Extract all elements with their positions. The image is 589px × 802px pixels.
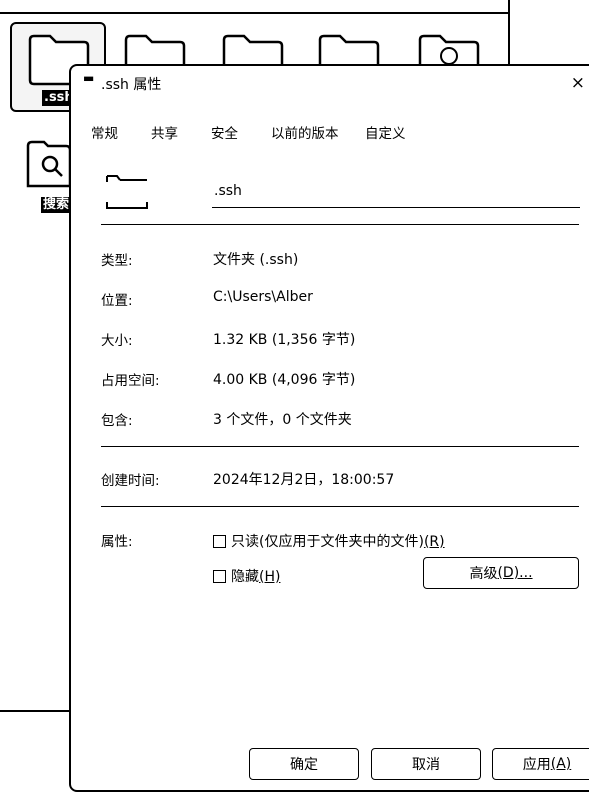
readonly-checkbox-row[interactable]: 只读(仅应用于文件夹中的文件)(R)	[213, 532, 445, 550]
cancel-button[interactable]: 取消	[371, 748, 481, 780]
readonly-checkbox[interactable]	[213, 534, 226, 548]
close-button[interactable]: ×	[571, 74, 585, 92]
size-on-disk-value: 4.00 KB (4,096 字节)	[213, 372, 356, 388]
ok-button[interactable]: 确定	[249, 748, 359, 780]
created-value: 2024年12月2日，18:00:57	[213, 472, 395, 488]
size-label: 大小:	[101, 333, 133, 349]
explorer-item-label-search: 搜索	[41, 197, 72, 213]
divider	[101, 506, 579, 507]
divider	[101, 446, 579, 447]
hidden-label: 隐藏(H)	[231, 569, 281, 585]
folder-small-icon: ▬	[83, 71, 95, 85]
tab-customize[interactable]: 自定义	[365, 122, 406, 142]
contains-label: 包含:	[101, 413, 133, 429]
search-folder-icon[interactable]	[26, 138, 72, 190]
contains-value: 3 个文件，0 个文件夹	[213, 412, 352, 428]
folder-icon	[106, 175, 148, 209]
type-value: 文件夹 (.ssh)	[213, 252, 299, 268]
attributes-label: 属性:	[101, 534, 133, 550]
dialog-titlebar[interactable]: ▬ .ssh 属性 ×	[71, 66, 589, 106]
created-label: 创建时间:	[101, 473, 160, 489]
hidden-checkbox-row[interactable]: 隐藏(H)	[213, 567, 280, 585]
size-value: 1.32 KB (1,356 字节)	[213, 332, 356, 348]
dialog-title: .ssh 属性	[101, 77, 162, 93]
folder-name-input[interactable]	[212, 174, 580, 208]
tab-security[interactable]: 安全	[211, 122, 238, 142]
readonly-label: 只读(仅应用于文件夹中的文件)(R)	[231, 534, 445, 550]
location-value: C:\Users\Alber	[213, 289, 313, 305]
screen: .ssh 搜索 ▬ .ssh 属性 × 常规 共享 安全 以前的版本 自定义 .…	[0, 0, 589, 802]
apply-button[interactable]: 应用 (A)	[492, 748, 589, 780]
size-on-disk-label: 占用空间:	[101, 373, 160, 389]
tab-general[interactable]: 常规	[91, 122, 118, 142]
explorer-top-edge	[0, 0, 510, 14]
tab-sharing[interactable]: 共享	[151, 122, 178, 142]
divider	[101, 224, 579, 225]
hidden-checkbox[interactable]	[213, 569, 226, 583]
tab-previous-versions[interactable]: 以前的版本	[271, 122, 339, 142]
type-label: 类型:	[101, 253, 133, 269]
location-label: 位置:	[101, 293, 133, 309]
properties-dialog: ▬ .ssh 属性 × 常规 共享 安全 以前的版本 自定义 类型: 文件夹 (…	[69, 64, 589, 792]
advanced-button[interactable]: 高级 (D)...	[423, 557, 579, 589]
